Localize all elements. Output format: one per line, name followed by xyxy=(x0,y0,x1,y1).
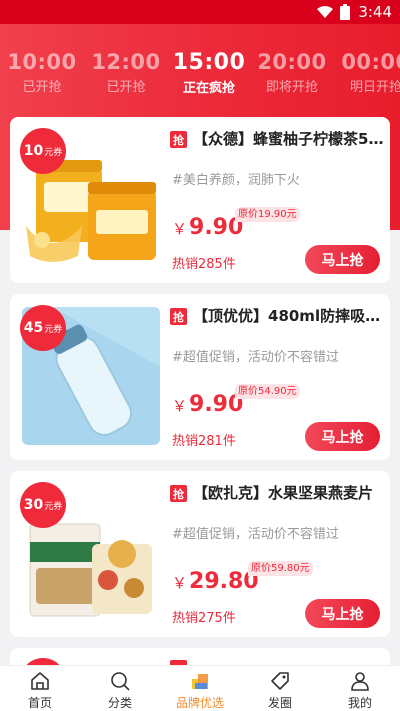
product-title[interactable]: 【顶优优】480ml防摔吸管杯 xyxy=(193,305,385,326)
tab-home[interactable]: 首页 xyxy=(0,666,80,711)
original-price: 原价59.80元 xyxy=(248,561,313,576)
slot-time: 20:00 xyxy=(257,50,327,74)
search-icon xyxy=(111,672,130,691)
tab-label: 首页 xyxy=(27,696,52,710)
slot-state: 即将开抢 xyxy=(265,80,318,95)
product-card[interactable]: 10 元券 抢 【众德】蜂蜜柚子柠檬茶500g #美白养颜，润肺下火 ￥9.90 … xyxy=(10,117,390,283)
product-card[interactable]: 30 元券 抢 【欧扎克】水果坚果燕麦片 #超值促销，活动价不容错过 ￥29.80… xyxy=(10,471,390,637)
tab-category[interactable]: 分类 xyxy=(80,666,160,711)
tab-moments[interactable]: 发圈 xyxy=(240,666,320,711)
battery-icon xyxy=(340,4,351,20)
tab-brand[interactable]: 品牌优选 xyxy=(160,666,240,711)
tab-profile[interactable]: 我的 xyxy=(320,666,400,711)
coupon-amount: 30 xyxy=(23,497,44,513)
status-time: 3:44 xyxy=(358,3,392,21)
slot-state: 明日开抢 xyxy=(349,80,400,95)
currency-symbol: ￥ xyxy=(172,220,188,238)
status-bar: 3:44 xyxy=(0,0,400,24)
time-slot-bar: 10:00 已开抢 12:00 已开抢 15:00 正在疯抢 20:00 即将开… xyxy=(0,50,400,102)
product-price: ￥9.90 xyxy=(172,392,243,417)
sold-count: 热销285件 xyxy=(172,257,236,272)
flash-sale-badge: 抢 xyxy=(170,485,187,502)
sold-count: 热销275件 xyxy=(172,611,236,626)
product-tagline: #超值促销，活动价不容错过 xyxy=(172,350,339,365)
brand-icon xyxy=(192,674,208,689)
tab-label: 品牌优选 xyxy=(175,696,224,710)
buy-now-button[interactable]: 马上抢 xyxy=(305,599,380,628)
slot-time: 12:00 xyxy=(91,50,161,74)
sold-count: 热销281件 xyxy=(172,434,236,449)
wifi-icon xyxy=(317,6,334,18)
tab-label: 发圈 xyxy=(267,696,292,710)
home-icon xyxy=(31,672,49,690)
product-tagline: #美白养颜，润肺下火 xyxy=(172,173,300,188)
time-slot-0000[interactable]: 00:00 明日开抢 xyxy=(336,50,400,95)
product-title[interactable]: 【欧扎克】水果坚果燕麦片 xyxy=(193,482,385,503)
tag-icon xyxy=(271,672,289,690)
slot-time: 10:00 xyxy=(7,50,77,74)
product-price: ￥29.80 xyxy=(172,569,259,594)
bottom-tab-bar: 首页 分类 品牌优选 发圈 我的 xyxy=(0,665,400,711)
coupon-badge: 45 元券 xyxy=(20,305,66,351)
coupon-unit: 元券 xyxy=(44,147,63,158)
original-price: 原价54.90元 xyxy=(235,384,300,399)
slot-time: 15:00 xyxy=(172,50,246,75)
coupon-amount: 45 xyxy=(23,320,44,336)
coupon-badge: 30 元券 xyxy=(20,482,66,528)
coupon-amount: 10 xyxy=(23,143,44,159)
time-slot-2000[interactable]: 20:00 即将开抢 xyxy=(252,50,332,95)
user-icon xyxy=(351,672,369,691)
product-card[interactable]: 45 元券 抢 【顶优优】480ml防摔吸管杯 #超值促销，活动价不容错过 ￥9.… xyxy=(10,294,390,460)
slot-state: 已开抢 xyxy=(106,80,146,95)
time-slot-1500[interactable]: 15:00 正在疯抢 xyxy=(169,50,249,96)
coupon-unit: 元券 xyxy=(44,324,63,335)
currency-symbol: ￥ xyxy=(172,397,188,415)
currency-symbol: ￥ xyxy=(172,574,188,592)
slot-state: 已开抢 xyxy=(22,80,62,95)
product-price: ￥9.90 xyxy=(172,215,243,240)
coupon-unit: 元券 xyxy=(44,501,63,512)
flash-sale-badge: 抢 xyxy=(170,308,187,325)
flash-sale-badge: 抢 xyxy=(170,131,187,148)
tab-label: 分类 xyxy=(107,696,132,710)
slot-state: 正在疯抢 xyxy=(182,81,235,96)
buy-now-button[interactable]: 马上抢 xyxy=(305,422,380,451)
time-slot-1200[interactable]: 12:00 已开抢 xyxy=(86,50,166,95)
product-title[interactable]: 【众德】蜂蜜柚子柠檬茶500g xyxy=(193,128,385,149)
buy-now-button[interactable]: 马上抢 xyxy=(305,245,380,274)
tab-label: 我的 xyxy=(347,696,372,710)
time-slot-1000[interactable]: 10:00 已开抢 xyxy=(2,50,82,95)
slot-time: 00:00 xyxy=(341,50,400,74)
original-price: 原价19.90元 xyxy=(235,207,300,222)
coupon-badge: 10 元券 xyxy=(20,128,66,174)
product-tagline: #超值促销，活动价不容错过 xyxy=(172,527,339,542)
